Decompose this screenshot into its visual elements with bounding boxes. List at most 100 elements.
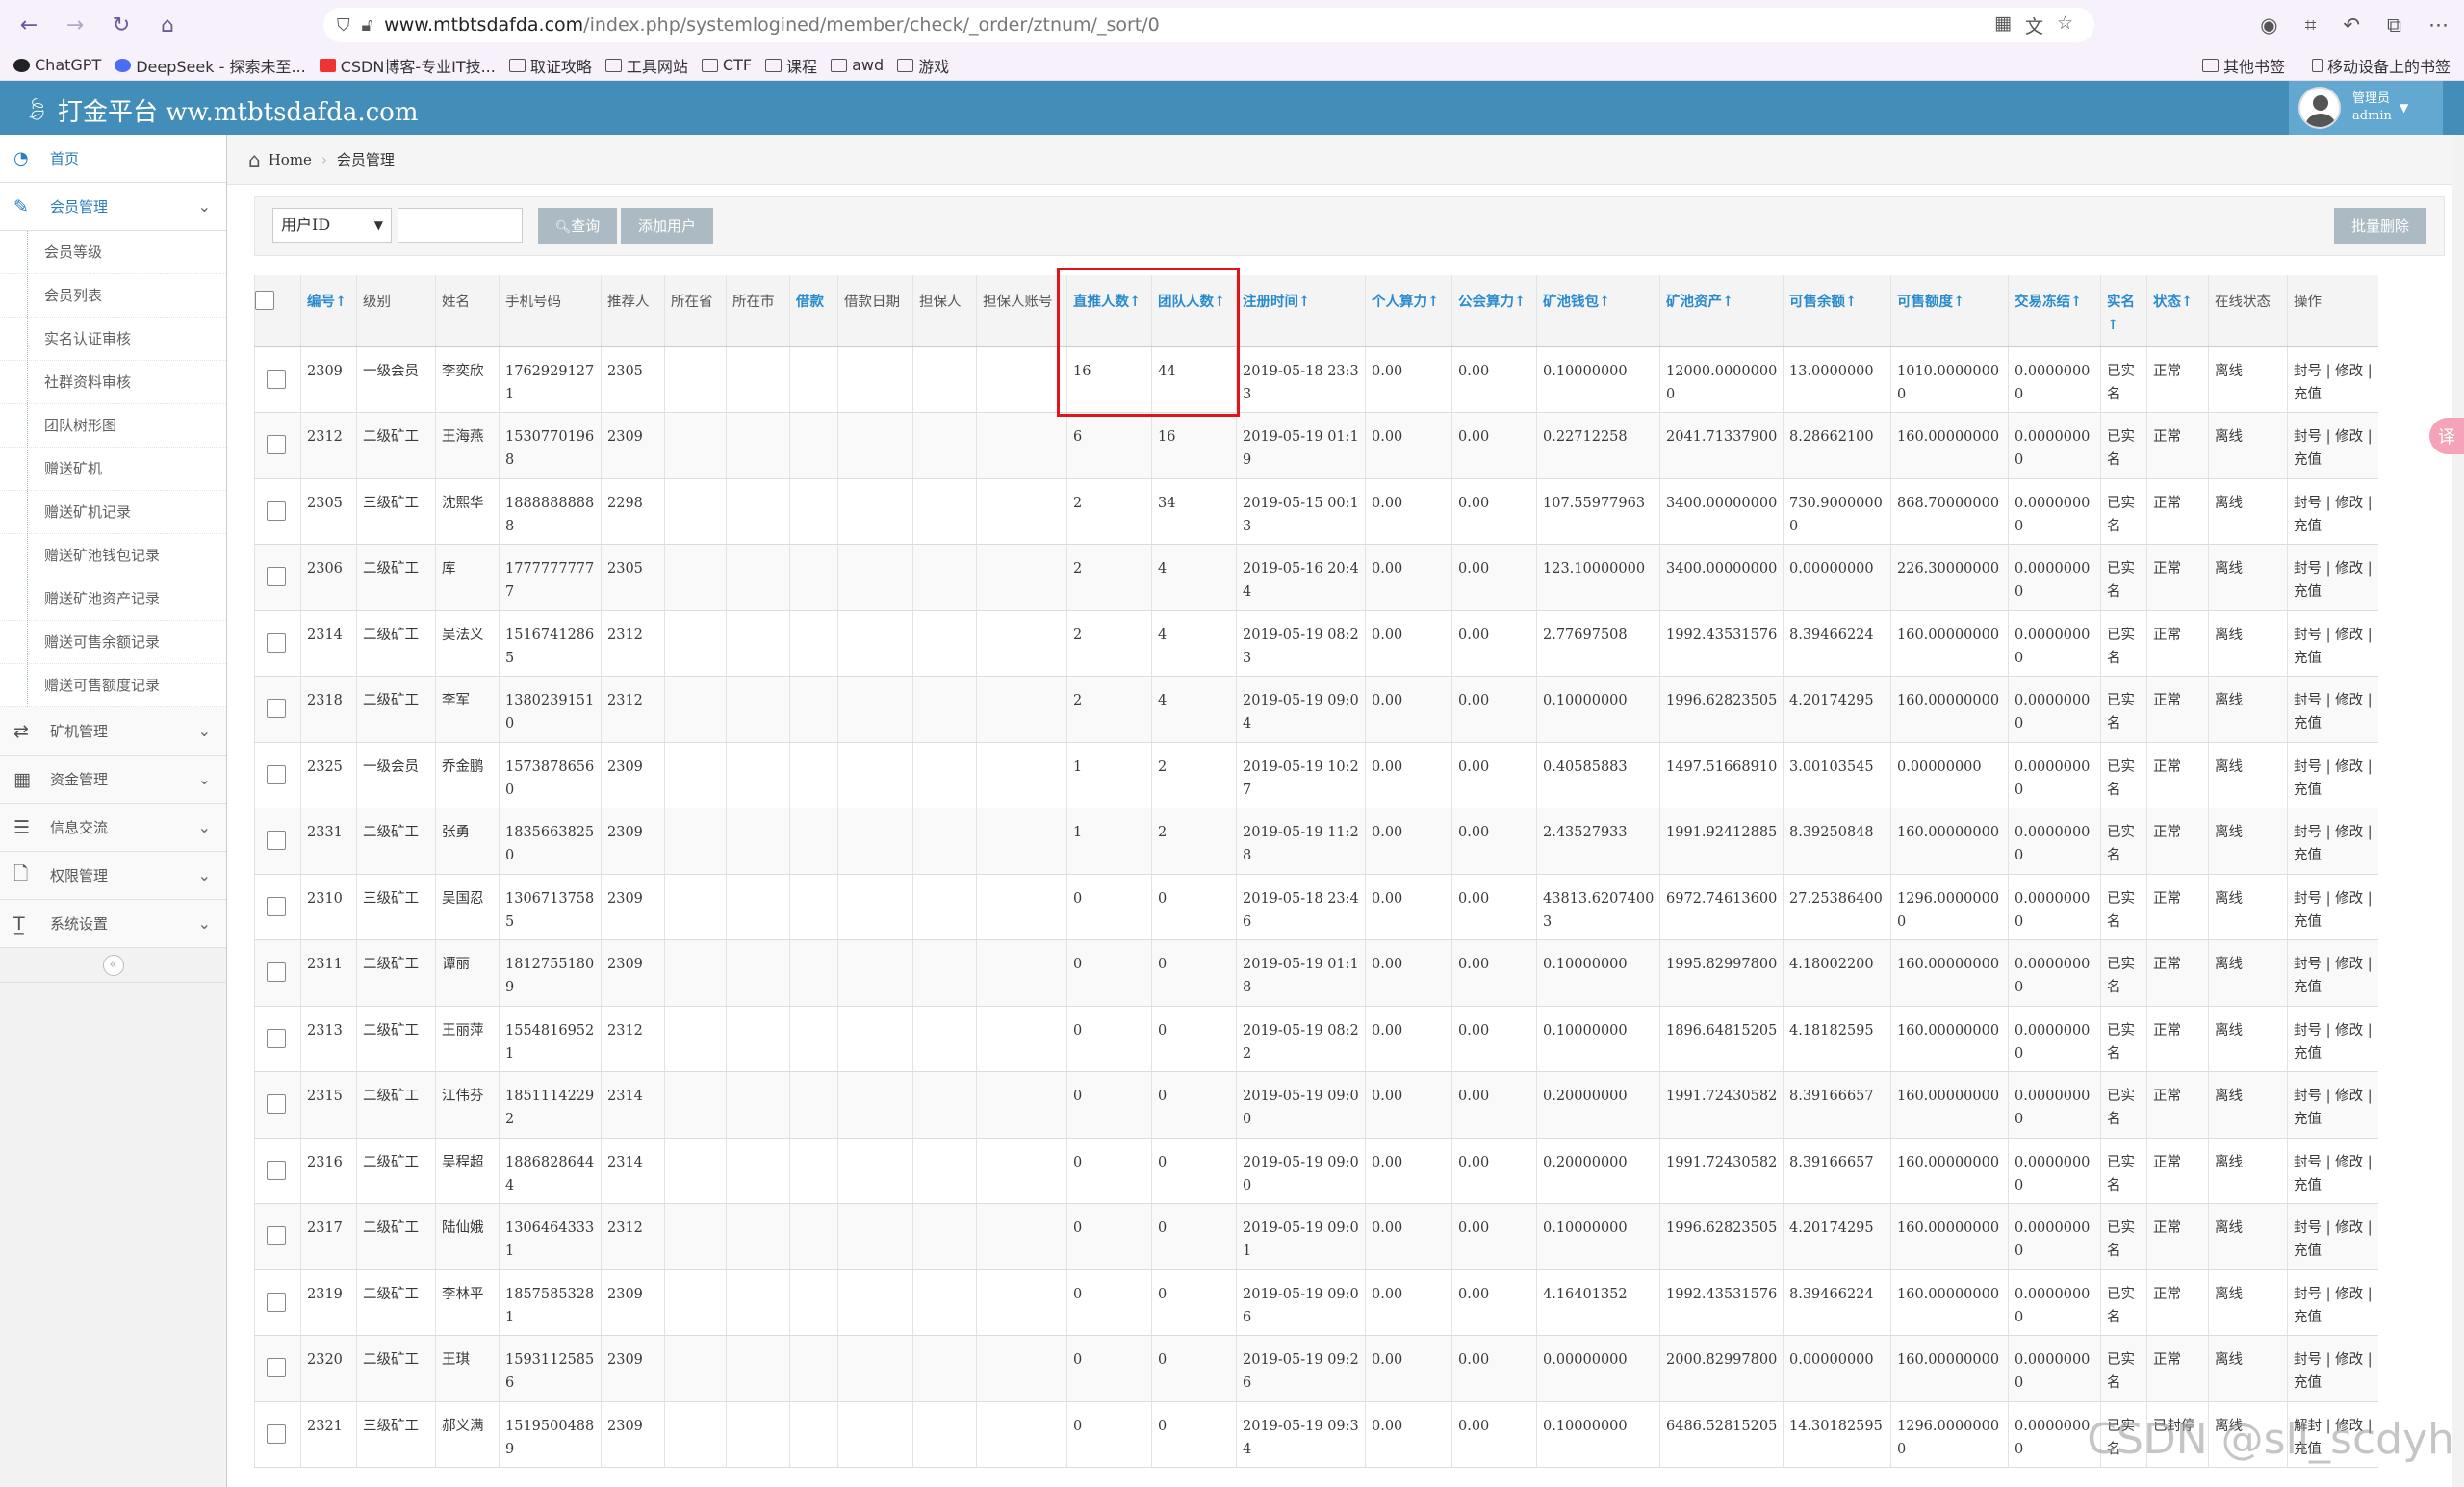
sidebar-subitem[interactable]: 会员等级 [0, 231, 226, 274]
direct-referrals-cell[interactable]: 2 [1066, 544, 1152, 611]
bookmark-folder[interactable]: CTF [701, 56, 752, 74]
row-checkbox[interactable] [254, 742, 301, 808]
row-actions-cell[interactable]: 封号 | 修改 | 充值 [2287, 1269, 2378, 1336]
sidebar-section-settings[interactable]: T̲ 系统设置 ⌄ [0, 900, 226, 948]
qr-code-icon[interactable]: ▦ [1994, 13, 2012, 38]
sidebar-section-permissions[interactable]: 🗋︎ 权限管理 ⌄ [0, 852, 226, 900]
undo-icon[interactable]: ↶ [2343, 13, 2360, 37]
direct-referrals-cell[interactable]: 0 [1066, 1203, 1152, 1270]
forward-icon[interactable]: → [58, 8, 92, 42]
row-actions-cell[interactable]: 封号 | 修改 | 充值 [2287, 1203, 2378, 1270]
row-actions-cell[interactable]: 封号 | 修改 | 充值 [2287, 1006, 2378, 1072]
user-menu[interactable]: 管理员 admin ▼ [2289, 81, 2443, 135]
referrer-cell[interactable]: 2312 [601, 676, 665, 743]
col-header[interactable]: 借款 [789, 275, 838, 347]
col-header[interactable]: 团队人数↑ [1151, 275, 1237, 347]
member-id-cell[interactable]: 2321 [300, 1401, 357, 1468]
extensions-icon[interactable]: ⧉ [2387, 13, 2401, 38]
referrer-cell[interactable]: 2305 [601, 544, 665, 611]
member-id-cell[interactable]: 2319 [300, 1269, 357, 1336]
row-checkbox[interactable] [254, 544, 301, 611]
referrer-cell[interactable]: 2309 [601, 1269, 665, 1336]
col-header[interactable]: 个人算力↑ [1365, 275, 1452, 347]
bookmark-folder[interactable]: awd [831, 56, 884, 74]
account-icon[interactable]: ◉ [2260, 13, 2277, 37]
row-actions-cell[interactable]: 封号 | 修改 | 充值 [2287, 544, 2378, 611]
row-checkbox[interactable] [254, 610, 301, 677]
sidebar-section-funds[interactable]: ▦ 资金管理 ⌄ [0, 756, 226, 804]
referrer-cell[interactable]: 2305 [601, 346, 665, 413]
direct-referrals-cell[interactable]: 0 [1066, 939, 1152, 1007]
row-checkbox[interactable] [254, 1269, 301, 1336]
row-actions-cell[interactable]: 封号 | 修改 | 充值 [2287, 808, 2378, 875]
col-header[interactable]: 可售额度↑ [1890, 275, 2009, 347]
star-icon[interactable]: ☆ [2057, 13, 2073, 38]
row-checkbox[interactable] [254, 1203, 301, 1270]
shield-icon[interactable]: ⛉ [337, 15, 350, 36]
direct-referrals-cell[interactable]: 16 [1066, 346, 1152, 413]
member-id-cell[interactable]: 2318 [300, 676, 357, 743]
batch-delete-button[interactable]: 批量删除 [2334, 208, 2426, 244]
direct-referrals-cell[interactable]: 1 [1066, 808, 1152, 875]
translate-float-icon[interactable]: 译 [2429, 418, 2464, 454]
home-icon[interactable]: ⌂ [248, 148, 261, 171]
member-id-cell[interactable]: 2314 [300, 610, 357, 677]
referrer-cell[interactable]: 2309 [601, 742, 665, 808]
col-header[interactable]: 直推人数↑ [1066, 275, 1152, 347]
row-checkbox[interactable] [254, 808, 301, 875]
bookmark-folder[interactable]: 课程 [765, 54, 817, 77]
referrer-cell[interactable]: 2309 [601, 1335, 665, 1402]
row-actions-cell[interactable]: 封号 | 修改 | 充值 [2287, 346, 2378, 413]
back-icon[interactable]: ← [12, 8, 46, 42]
bookmark-deepseek[interactable]: DeepSeek - 探索未至... [115, 54, 306, 77]
direct-referrals-cell[interactable]: 0 [1066, 1006, 1152, 1072]
sidebar-subitem[interactable]: 赠送可售余额记录 [0, 621, 226, 664]
sidebar-subitem[interactable]: 赠送矿池资产记录 [0, 577, 226, 621]
member-id-cell[interactable]: 2316 [300, 1138, 357, 1204]
member-id-cell[interactable]: 2317 [300, 1203, 357, 1270]
member-id-cell[interactable]: 2305 [300, 478, 357, 545]
sidebar-section-members[interactable]: ✎ 会员管理 ⌄ [0, 183, 226, 231]
col-header[interactable]: 实名↑ [2100, 275, 2147, 347]
search-field-select[interactable]: 用户ID ▼ [272, 208, 392, 243]
referrer-cell[interactable]: 2309 [601, 808, 665, 875]
member-id-cell[interactable]: 2331 [300, 808, 357, 875]
referrer-cell[interactable]: 2314 [601, 1138, 665, 1204]
sidebar-section-messages[interactable]: ☰ 信息交流 ⌄ [0, 804, 226, 852]
direct-referrals-cell[interactable]: 0 [1066, 874, 1152, 940]
sidebar-subitem[interactable]: 赠送矿池钱包记录 [0, 534, 226, 577]
member-id-cell[interactable]: 2311 [300, 939, 357, 1007]
sidebar-section-miners[interactable]: ⇄ 矿机管理 ⌄ [0, 707, 226, 756]
breadcrumb-home[interactable]: Home [269, 151, 312, 168]
row-checkbox[interactable] [254, 1138, 301, 1204]
col-header[interactable]: 矿池钱包↑ [1536, 275, 1660, 347]
add-user-button[interactable]: 添加用户 [621, 208, 713, 244]
bookmark-folder[interactable]: 工具网站 [604, 54, 688, 77]
direct-referrals-cell[interactable]: 2 [1066, 610, 1152, 677]
search-input[interactable] [398, 208, 523, 243]
row-actions-cell[interactable]: 封号 | 修改 | 充值 [2287, 939, 2378, 1007]
select-all-checkbox[interactable] [254, 275, 301, 347]
direct-referrals-cell[interactable]: 2 [1066, 676, 1152, 743]
referrer-cell[interactable]: 2309 [601, 1401, 665, 1468]
direct-referrals-cell[interactable]: 1 [1066, 742, 1152, 808]
row-actions-cell[interactable]: 封号 | 修改 | 充值 [2287, 874, 2378, 940]
row-actions-cell[interactable]: 封号 | 修改 | 充值 [2287, 412, 2378, 479]
col-header[interactable]: 编号↑ [300, 275, 357, 347]
col-header[interactable]: 注册时间↑ [1236, 275, 1366, 347]
col-header[interactable]: 状态↑ [2146, 275, 2209, 347]
referrer-cell[interactable]: 2298 [601, 478, 665, 545]
referrer-cell[interactable]: 2309 [601, 939, 665, 1007]
reload-icon[interactable]: ↻ [104, 8, 139, 42]
translate-icon[interactable]: 文 [2025, 13, 2043, 38]
col-header[interactable]: 公会算力↑ [1451, 275, 1537, 347]
row-actions-cell[interactable]: 封号 | 修改 | 充值 [2287, 610, 2378, 677]
row-actions-cell[interactable]: 封号 | 修改 | 充值 [2287, 478, 2378, 545]
sidebar-subitem[interactable]: 赠送矿机 [0, 448, 226, 491]
row-checkbox[interactable] [254, 1401, 301, 1468]
address-bar[interactable]: ⛉ 🔓︎ www.mtbtsdafda.com/index.php/system… [323, 8, 2094, 42]
member-id-cell[interactable]: 2309 [300, 346, 357, 413]
menu-icon[interactable]: ⋯ [2428, 13, 2449, 37]
sidebar-subitem[interactable]: 团队树形图 [0, 404, 226, 448]
row-checkbox[interactable] [254, 1006, 301, 1072]
